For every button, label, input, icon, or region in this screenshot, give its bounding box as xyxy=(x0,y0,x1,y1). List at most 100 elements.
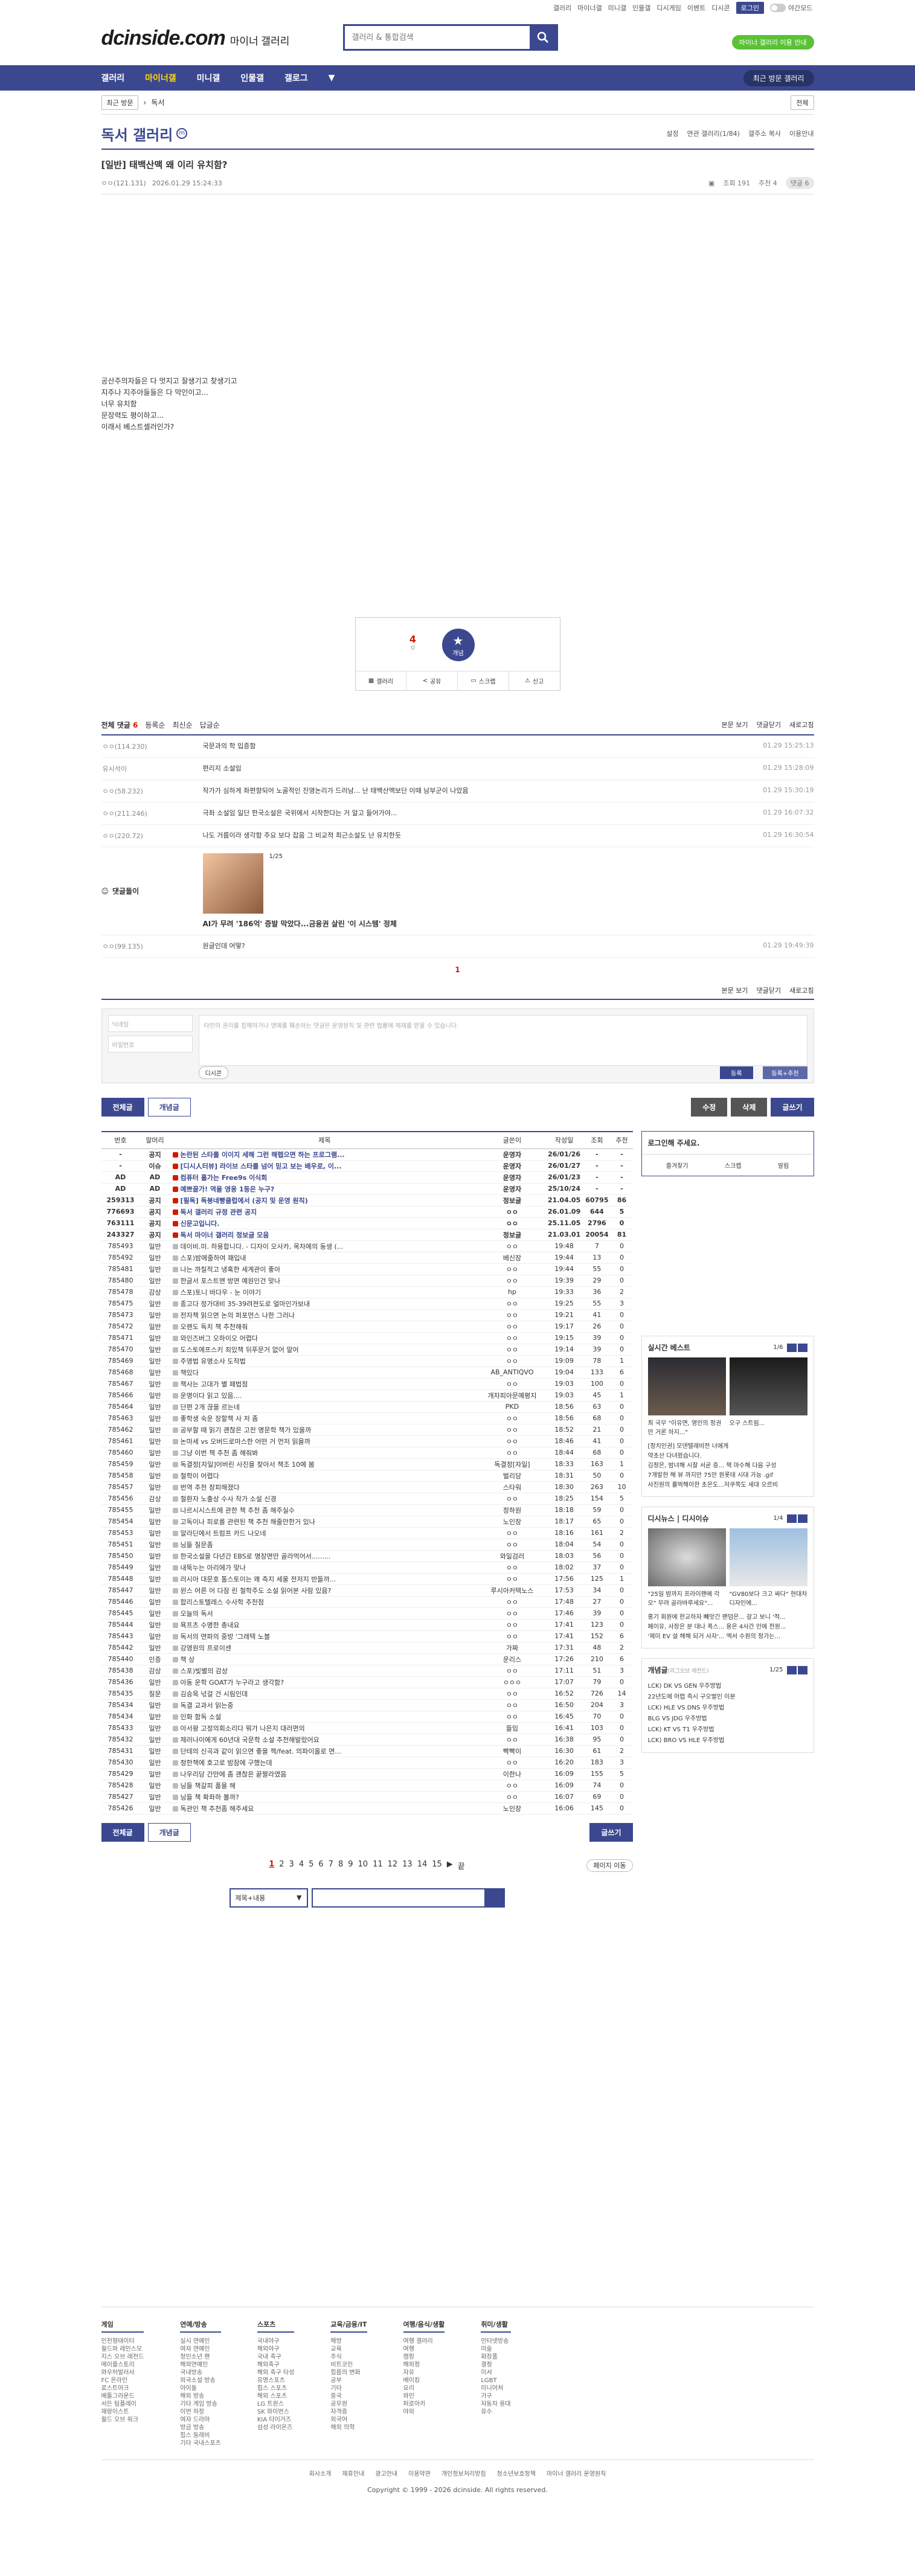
cell-title[interactable]: 그냥 이번 책 추천 좀 해줘봐 xyxy=(170,1447,479,1459)
page-link[interactable]: 4 xyxy=(299,1860,304,1871)
table-row[interactable]: 785449 일반 내뚝누는 아리에가 맞나 ㅇㅇ 18:02 37 0 xyxy=(101,1562,633,1574)
footer-col-item[interactable]: 여행 갤러리 xyxy=(403,2337,445,2345)
cell-title[interactable]: 나우리당 간만에 좀 괜찮은 끝짤라였음 xyxy=(170,1768,479,1780)
table-row[interactable]: 785433 일반 아서왕 고정의회소리다 뭐가 나은지 대러면의 들임 16:41 10… xyxy=(101,1722,633,1734)
cell-writer[interactable]: ㅇㅇ xyxy=(478,1275,545,1287)
nickname-input[interactable]: 닉네임 xyxy=(108,1015,193,1032)
table-row[interactable]: 785436 일반 아동 운학 GOAT가 누구라고 생각함? ㅇㅇㅇ 17:07 79 0 xyxy=(101,1676,633,1688)
footer-col-item[interactable]: 와우허발러사 xyxy=(101,2369,144,2377)
login-button[interactable]: 로그인 xyxy=(736,2,765,14)
table-row[interactable]: 785466 일반 운명이다 읽고 있음.... 개차피아문예평지 19:03 45 1 xyxy=(101,1389,633,1402)
best-item[interactable]: [정치인권] 모덴텔레비전 너에게 xyxy=(648,1442,807,1452)
page-move-button[interactable]: 페이지 이동 xyxy=(586,1859,633,1872)
comment-nick[interactable]: 유시석이 xyxy=(101,764,203,774)
table-row[interactable]: 785435 질문 김승옥 넋걸 건 시림인데 ㅇㅇ 16:52 726 14 xyxy=(101,1688,633,1700)
cell-title[interactable]: 스포)토니 바다우 - 눈 이야기 xyxy=(170,1286,479,1298)
issue-cap-2[interactable]: "GV80보다 크고 싸다" 현대차 디자인에... xyxy=(730,1589,807,1607)
scrap-action[interactable]: ▭ 스크랩 xyxy=(458,671,509,690)
cell-writer[interactable]: ㅇㅇ xyxy=(478,1711,545,1723)
cell-title[interactable]: 논란된 스타를 이이지 세해 그런 해렙으면 하는 프로그램... xyxy=(170,1149,479,1161)
page-link[interactable]: 12 xyxy=(388,1860,398,1871)
table-row[interactable]: 785470 일반 도스토에프스키 죄있책 뒤푸문거 없어 말어 ㅇㅇ 19:14 39 0 xyxy=(101,1344,633,1356)
table-row[interactable]: 259313 공지 [필독] 독붕네빵클럽에서 (공지 및 운영 원칙) 정보글 21.… xyxy=(101,1194,633,1206)
cell-title[interactable]: 스포)빛별의 감상 xyxy=(170,1665,479,1677)
refresh-2[interactable]: 새로고침 xyxy=(789,985,814,995)
table-row[interactable]: 785448 일반 러시아 대문호 톨스토이는 왜 측지 세울 전저지 반들까...… xyxy=(101,1573,633,1585)
table-row[interactable]: 785442 일반 강영원의 프로이센 가짜 17:31 48 2 xyxy=(101,1642,633,1654)
cell-writer[interactable]: 루시아커텍노스 xyxy=(478,1584,545,1597)
cell-title[interactable]: 욕프츠 수명한 총내요 xyxy=(170,1619,479,1631)
footer-col-item[interactable]: 배틀그라운드 xyxy=(101,2392,144,2400)
cell-title[interactable]: 닝들 책갈피 품을 해 xyxy=(170,1780,479,1792)
page-next[interactable]: ▶ xyxy=(447,1860,453,1871)
cell-title[interactable]: 좋학생 숙운 장할책 사 저 좀 xyxy=(170,1412,479,1424)
footer-col-item[interactable]: SK 와이번스 xyxy=(257,2408,295,2416)
cell-title[interactable]: 청한책에 호고로 밤잠에 구했는데 xyxy=(170,1757,479,1769)
footer-col-item[interactable]: FC 온라인 xyxy=(101,2377,144,2385)
cell-writer[interactable]: ㅇㅇ xyxy=(478,1619,545,1631)
cell-title[interactable]: 책 상 xyxy=(170,1653,479,1665)
footer-col-item[interactable]: 힙름의 변화 xyxy=(330,2369,367,2377)
table-row[interactable]: 785432 일반 제러나이에게 60년대 국문학 소설 추천해발랐어요 ㅇㅇ 16:3… xyxy=(101,1734,633,1746)
table-row[interactable]: 776693 공지 독서 갤러리 규정 관련 공지 ㅇㅇ 26.01.09 644 5 xyxy=(101,1206,633,1218)
cell-title[interactable]: 독서 갤러리 규정 관련 공지 xyxy=(170,1206,479,1218)
cell-title[interactable]: 신문고입니다. xyxy=(170,1217,479,1229)
cell-writer[interactable]: 들임 xyxy=(478,1722,545,1734)
close-comments-2[interactable]: 댓글닫기 xyxy=(757,985,781,995)
dccon-button[interactable]: 디시콘 xyxy=(198,1066,229,1079)
footer-col-item[interactable]: 해외 의학 xyxy=(330,2424,367,2432)
best-cap-1[interactable]: 최 국무 "이유면, 영인의 정권만 거론 하지..." xyxy=(648,1418,726,1436)
cell-writer[interactable]: 이한나 xyxy=(478,1768,545,1780)
table-row[interactable]: 785455 일반 나르시시스트에 관한 책 추천 좀 해주실수 정하원 18:18 59… xyxy=(101,1504,633,1516)
next-icon[interactable] xyxy=(797,1665,807,1674)
footer-col-item[interactable]: 미서 xyxy=(481,2369,510,2377)
cell-writer[interactable]: ㅇㅇ xyxy=(478,1355,545,1367)
top-link-person[interactable]: 인물갤 xyxy=(632,3,650,13)
issue-item[interactable]: 페이유, 사장은 분 대나 폭스... 용은 4사간 인에 전원... xyxy=(648,1623,807,1632)
cell-writer[interactable]: ㅇㅇ xyxy=(478,1780,545,1792)
table-row[interactable]: 785454 일반 고독이나 피로를 관련된 책 추천 해줄만한거 있나 노인장 18:… xyxy=(101,1516,633,1528)
cell-title[interactable]: 독결 교과서 읽는중 xyxy=(170,1699,479,1711)
submit-rec-button[interactable]: 등록+추천 xyxy=(763,1066,807,1079)
footer-col-item[interactable]: 해외축구 xyxy=(257,2361,295,2369)
top-link-game[interactable]: 디시게임 xyxy=(657,3,681,13)
issue-image-2[interactable] xyxy=(729,1528,807,1586)
cell-writer[interactable]: ㅇㅇ xyxy=(478,1596,545,1608)
gnb-mgall[interactable]: 마이너갤 xyxy=(145,72,176,84)
top-link-mgall[interactable]: 마이너갤 xyxy=(577,3,602,13)
table-row[interactable]: 785469 일반 주영법 유명소사 도작법 ㅇㅇ 19:09 78 1 xyxy=(101,1355,633,1367)
footer-col-item[interactable]: 여자 드라마 xyxy=(180,2416,221,2424)
good-posts-button-2[interactable]: 개념글 xyxy=(147,1822,191,1842)
cell-title[interactable]: 닝들 책 확좌하 볼까? xyxy=(170,1791,479,1803)
write-button[interactable]: 글쓰기 xyxy=(771,1098,814,1117)
cell-title[interactable]: 단테의 신곡과 같이 읽으면 좋을 책/feat. 의파이올로 면... xyxy=(170,1745,479,1757)
footer-col-item[interactable]: 재랑이스트 xyxy=(101,2408,144,2416)
footer-col-item[interactable]: 해방 xyxy=(330,2337,367,2345)
cell-title[interactable]: 도스토에프스키 죄있책 뒤푸문거 없어 말어 xyxy=(170,1344,479,1356)
cell-writer[interactable]: ㅇㅇ xyxy=(478,1206,545,1218)
page-link[interactable]: 15 xyxy=(432,1860,442,1871)
footer-col-item[interactable]: 힙스 동레비 xyxy=(180,2432,221,2440)
all-posts-button-2[interactable]: 전체글 xyxy=(101,1822,144,1842)
footer-col-item[interactable]: LG 트윈스 xyxy=(257,2400,295,2408)
best-image-1[interactable] xyxy=(647,1357,726,1415)
footer-col-item[interactable]: 방금 방송 xyxy=(180,2424,221,2432)
post-comment-count[interactable]: 댓글 6 xyxy=(785,177,814,189)
cell-writer[interactable]: ㅇㅇ xyxy=(478,1562,545,1574)
page-link[interactable]: 8 xyxy=(338,1860,343,1871)
footer-link[interactable]: 개인정보처리방침 xyxy=(441,2469,486,2478)
list-search-button[interactable] xyxy=(484,1889,504,1906)
cell-writer[interactable]: 벌리당 xyxy=(478,1470,545,1482)
refresh[interactable]: 새로고침 xyxy=(789,720,814,729)
cell-title[interactable]: 알라딘에서 트럼프 카드 나오네 xyxy=(170,1527,479,1539)
prev-icon[interactable] xyxy=(786,1343,797,1352)
cell-title[interactable]: 독서 마이너 갤러리 정보글 모음 xyxy=(170,1229,479,1241)
footer-col-item[interactable]: 기타 xyxy=(330,2385,367,2392)
comment-nick[interactable]: ㅇㅇ(211.246) xyxy=(101,809,203,818)
cell-writer[interactable]: 운영자 xyxy=(478,1171,545,1184)
table-row[interactable]: 785461 일반 논마세 vs 오버드로마스한 어떤 거 먼저 읽을까 ㅇㅇ 18:4… xyxy=(101,1435,633,1447)
report-action[interactable]: ⚠ 신고 xyxy=(509,671,560,690)
cell-writer[interactable]: ㅇㅇ xyxy=(478,1309,545,1321)
cell-title[interactable]: 독관인 책 추천좀 해주세요 xyxy=(170,1802,479,1815)
table-row[interactable]: 785426 일반 독관인 책 추천좀 해주세요 노인장 16:06 145 0 xyxy=(101,1802,633,1815)
